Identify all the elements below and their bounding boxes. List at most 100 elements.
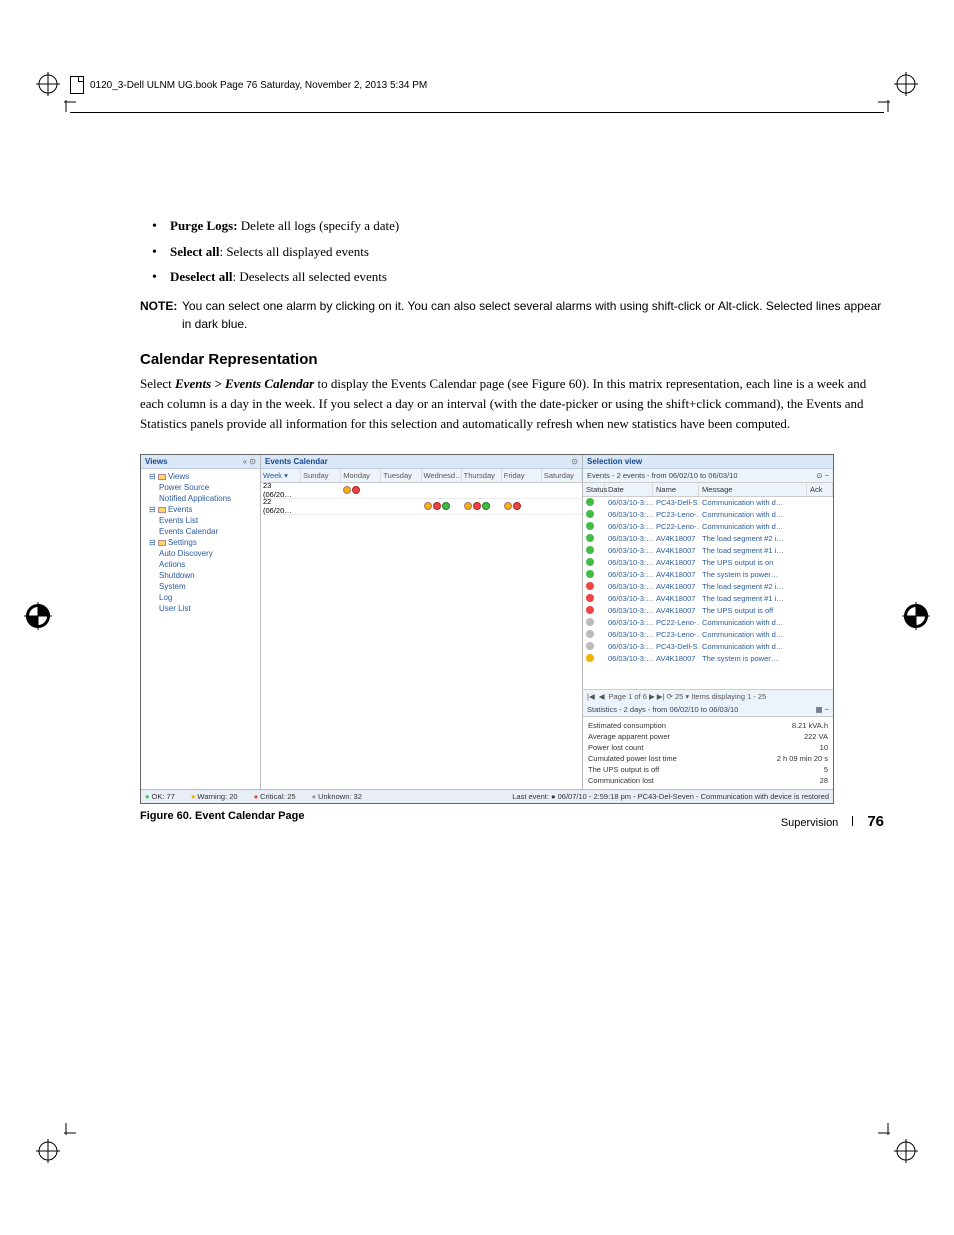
calendar-row[interactable]: 23 (06/20…	[261, 483, 582, 499]
tree-item[interactable]: ⊟ Events	[143, 504, 258, 515]
status-dot-icon	[586, 642, 594, 650]
list-item: Select all: Selects all displayed events	[170, 242, 884, 262]
selection-panel-title: Selection view	[583, 455, 833, 469]
footer-section: Supervision	[781, 817, 838, 829]
ok-dot-icon	[482, 502, 490, 510]
tree-item[interactable]: Power Source	[143, 482, 258, 493]
statistics-subheader: Statistics - 2 days - from 06/02/10 to 0…	[583, 703, 833, 717]
critical-dot-icon	[513, 502, 521, 510]
stat-row: Average apparent power222 VA	[588, 731, 828, 742]
events-table-body[interactable]: 06/03/10-3:…PC43-Dell-S…Communication wi…	[583, 497, 833, 689]
stat-row: Estimated consumption8.21 kVA.h	[588, 720, 828, 731]
list-item: Purge Logs: Delete all logs (specify a d…	[170, 216, 884, 236]
figure-caption: Figure 60. Event Calendar Page	[140, 810, 884, 822]
status-ok: OK: 77	[145, 792, 175, 801]
status-dot-icon	[586, 582, 594, 590]
tree-item[interactable]: ⊟ Settings	[143, 537, 258, 548]
calendar-panel: Events Calendar⊙ Week ▾SundayMondayTuesd…	[261, 455, 583, 789]
tree-item[interactable]: System	[143, 581, 258, 592]
views-panel: Views« ⊙ ⊟ ViewsPower SourceNotified App…	[141, 455, 261, 789]
calendar-panel-title: Events Calendar⊙	[261, 455, 582, 469]
calendar-col-header[interactable]: Thursday	[462, 469, 502, 482]
panel-gear-icon[interactable]: ⊙	[571, 457, 578, 466]
tree-item[interactable]: Log	[143, 592, 258, 603]
event-row[interactable]: 06/03/10-3:…PC23-Leno-…Communication wit…	[583, 509, 833, 521]
footer-divider-icon	[852, 816, 853, 826]
crop-mark-icon	[878, 1123, 918, 1163]
event-row[interactable]: 06/03/10-3:…PC23-Leno-…Communication wit…	[583, 629, 833, 641]
event-row[interactable]: 06/03/10-3:…AV4K18007The load segment #2…	[583, 581, 833, 593]
tree-item[interactable]: Events List	[143, 515, 258, 526]
calendar-row[interactable]: 22 (06/20…	[261, 499, 582, 515]
status-bar: OK: 77 Warning: 20 Critical: 25 Unknown:…	[141, 789, 833, 803]
calendar-col-header[interactable]: Tuesday	[381, 469, 421, 482]
status-unknown: Unknown: 32	[312, 792, 362, 801]
critical-dot-icon	[473, 502, 481, 510]
calendar-col-header[interactable]: Monday	[341, 469, 381, 482]
statistics-body: Estimated consumption8.21 kVA.hAverage a…	[583, 717, 833, 789]
calendar-body[interactable]: 23 (06/20…22 (06/20…	[261, 483, 582, 789]
stat-row: The UPS output is off5	[588, 764, 828, 775]
folder-icon	[158, 474, 166, 480]
calendar-header: Week ▾SundayMondayTuesdayWednesd…Thursda…	[261, 469, 582, 483]
header-text: 0120_3-Dell ULNM UG.book Page 76 Saturda…	[90, 80, 427, 91]
status-last-event: Last event: ● 06/07/10 - 2:59:18 pm - PC…	[512, 792, 829, 801]
tree-item[interactable]: ⊟ Views	[143, 471, 258, 482]
event-row[interactable]: 06/03/10-3:…AV4K18007The load segment #1…	[583, 545, 833, 557]
events-table-header: Status Date Name Message Ack	[583, 483, 833, 497]
note-label: NOTE:	[140, 297, 178, 333]
nav-tree[interactable]: ⊟ ViewsPower SourceNotified Applications…	[141, 469, 260, 616]
crop-mark-icon	[878, 72, 918, 112]
calendar-col-header[interactable]: Week ▾	[261, 469, 301, 482]
status-dot-icon	[586, 570, 594, 578]
pager-prev-icon[interactable]: ◀	[599, 692, 605, 701]
header-rule	[70, 112, 884, 113]
tree-item[interactable]: Notified Applications	[143, 493, 258, 504]
event-row[interactable]: 06/03/10-3:…AV4K18007The system is power…	[583, 653, 833, 665]
tree-item[interactable]: Actions	[143, 559, 258, 570]
panel-controls-icon[interactable]: ▦ −	[815, 705, 829, 714]
panel-controls-icon[interactable]: « ⊙	[243, 457, 256, 466]
views-panel-title: Views« ⊙	[141, 455, 260, 469]
calendar-col-header[interactable]: Saturday	[542, 469, 582, 482]
event-row[interactable]: 06/03/10-3:…PC22-Leno-…Communication wit…	[583, 521, 833, 533]
registration-mark-icon	[24, 602, 52, 634]
status-dot-icon	[586, 654, 594, 662]
status-dot-icon	[586, 618, 594, 626]
calendar-col-header[interactable]: Wednesd…	[422, 469, 462, 482]
status-dot-icon	[586, 606, 594, 614]
tree-item[interactable]: Shutdown	[143, 570, 258, 581]
footer-page-number: 76	[867, 813, 884, 830]
calendar-col-header[interactable]: Friday	[502, 469, 542, 482]
panel-controls-icon[interactable]: ⊙ −	[816, 471, 829, 480]
tree-item[interactable]: User List	[143, 603, 258, 614]
event-row[interactable]: 06/03/10-3:…PC43-Dell-S…Communication wi…	[583, 497, 833, 509]
event-row[interactable]: 06/03/10-3:…AV4K18007The UPS output is o…	[583, 605, 833, 617]
event-row[interactable]: 06/03/10-3:…AV4K18007The load segment #2…	[583, 533, 833, 545]
event-row[interactable]: 06/03/10-3:…PC22-Leno-…Communication wit…	[583, 617, 833, 629]
event-row[interactable]: 06/03/10-3:…AV4K18007The load segment #1…	[583, 593, 833, 605]
status-dot-icon	[586, 558, 594, 566]
warning-dot-icon	[343, 486, 351, 494]
pager[interactable]: |◀ ◀ Page 1 of 6 ▶ ▶| ⟳ 25 ▾ Items displ…	[583, 689, 833, 703]
section-heading: Calendar Representation	[140, 351, 884, 368]
pager-first-icon[interactable]: |◀	[587, 692, 595, 701]
page-footer: Supervision 76	[781, 813, 884, 830]
event-row[interactable]: 06/03/10-3:…AV4K18007The UPS output is o…	[583, 557, 833, 569]
calendar-col-header[interactable]: Sunday	[301, 469, 341, 482]
tree-item[interactable]: Auto Discovery	[143, 548, 258, 559]
folder-icon	[158, 507, 166, 513]
stat-row: Communication lost28	[588, 775, 828, 786]
status-critical: Critical: 25	[254, 792, 296, 801]
bullet-list: Purge Logs: Delete all logs (specify a d…	[140, 216, 884, 287]
status-dot-icon	[586, 522, 594, 530]
event-row[interactable]: 06/03/10-3:…PC43-Dell-S…Communication wi…	[583, 641, 833, 653]
status-dot-icon	[586, 594, 594, 602]
stat-row: Power lost count10	[588, 742, 828, 753]
tree-item[interactable]: Events Calendar	[143, 526, 258, 537]
folder-icon	[158, 540, 166, 546]
event-row[interactable]: 06/03/10-3:…AV4K18007The system is power…	[583, 569, 833, 581]
critical-dot-icon	[433, 502, 441, 510]
status-dot-icon	[586, 630, 594, 638]
status-dot-icon	[586, 510, 594, 518]
